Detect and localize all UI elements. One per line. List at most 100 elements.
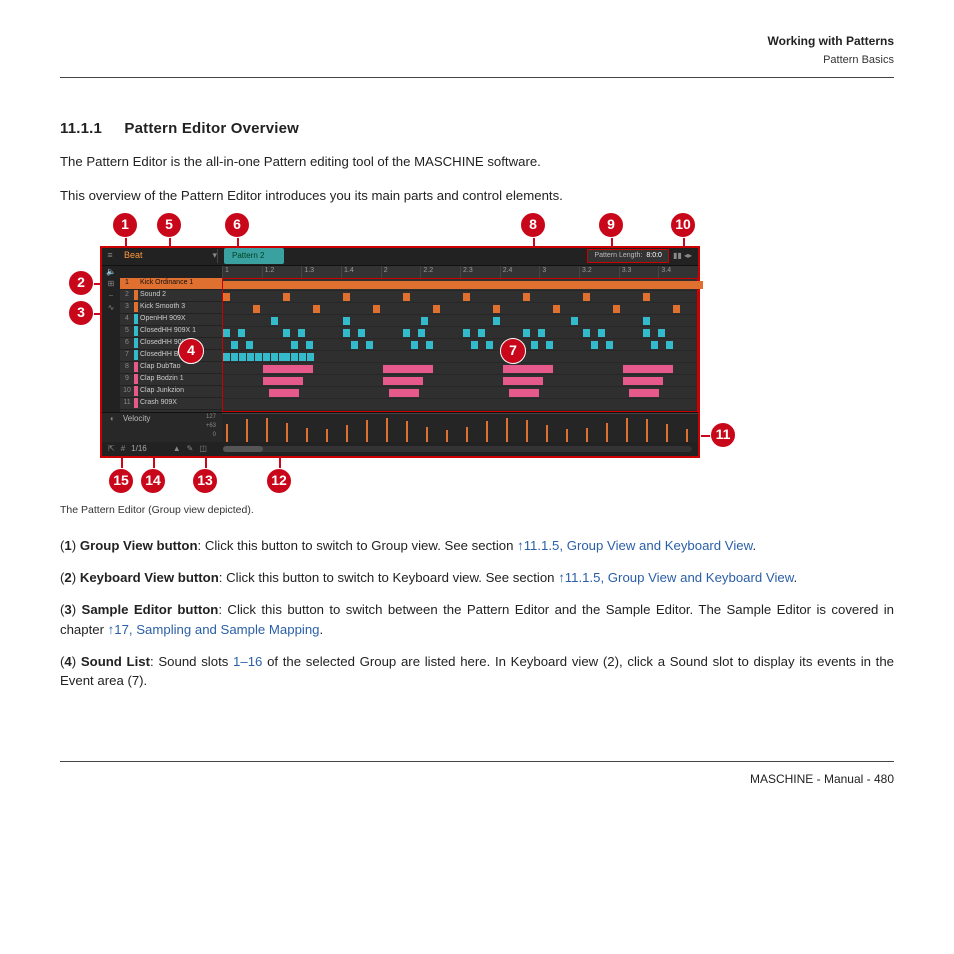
- note[interactable]: [411, 341, 418, 349]
- note[interactable]: [493, 317, 500, 325]
- expand-icon[interactable]: ⇱: [108, 443, 115, 455]
- xref-link[interactable]: ↑17, Sampling and Sample Mapping: [108, 622, 320, 637]
- note[interactable]: [343, 317, 350, 325]
- note[interactable]: [478, 329, 485, 337]
- note[interactable]: [283, 329, 290, 337]
- note[interactable]: [493, 305, 500, 313]
- note[interactable]: [583, 281, 623, 289]
- signal-icon[interactable]: ▮▮ ◂▸: [673, 250, 692, 262]
- note[interactable]: [546, 341, 553, 349]
- keyboard-view-button[interactable]: ⎯: [102, 290, 120, 302]
- pencil-tool-icon[interactable]: ✎: [187, 443, 194, 455]
- note[interactable]: [246, 341, 253, 349]
- mute-icon[interactable]: 🔈: [102, 266, 120, 278]
- note[interactable]: [291, 341, 298, 349]
- note[interactable]: [223, 293, 230, 301]
- note[interactable]: [239, 353, 246, 361]
- note[interactable]: [403, 293, 410, 301]
- note[interactable]: [383, 281, 423, 289]
- note[interactable]: [306, 341, 313, 349]
- sound-row[interactable]: 1Kick Ordinance 1: [120, 278, 222, 290]
- note[interactable]: [613, 305, 620, 313]
- note[interactable]: [253, 305, 260, 313]
- note[interactable]: [263, 365, 313, 373]
- note[interactable]: [389, 389, 419, 397]
- note[interactable]: [643, 317, 650, 325]
- pattern-selector[interactable]: Pattern 2: [224, 248, 284, 264]
- note[interactable]: [231, 341, 238, 349]
- note[interactable]: [471, 341, 478, 349]
- note[interactable]: [583, 329, 590, 337]
- xref-link[interactable]: ↑11.1.5, Group View and Keyboard View: [517, 538, 752, 553]
- xref-link[interactable]: ↑11.1.5, Group View and Keyboard View: [558, 570, 793, 585]
- note[interactable]: [463, 329, 470, 337]
- note[interactable]: [307, 353, 314, 361]
- erase-tool-icon[interactable]: ◫: [199, 443, 207, 455]
- note[interactable]: [299, 353, 306, 361]
- note[interactable]: [509, 389, 539, 397]
- note[interactable]: [503, 365, 553, 373]
- note[interactable]: [583, 293, 590, 301]
- beat-tab[interactable]: Beat ▾: [118, 249, 218, 263]
- note[interactable]: [263, 353, 270, 361]
- xref-link[interactable]: 1–16: [233, 654, 262, 669]
- grid-icon[interactable]: #: [121, 443, 125, 455]
- sound-row[interactable]: 7ClosedHH BagBap: [120, 350, 222, 362]
- note[interactable]: [643, 293, 650, 301]
- note[interactable]: [366, 341, 373, 349]
- note[interactable]: [486, 341, 493, 349]
- note[interactable]: [598, 329, 605, 337]
- sound-row[interactable]: 4OpenHH 909X: [120, 314, 222, 326]
- note[interactable]: [263, 377, 303, 385]
- sound-row[interactable]: 9Clap Bodzin 1: [120, 374, 222, 386]
- note[interactable]: [418, 329, 425, 337]
- note[interactable]: [543, 281, 583, 289]
- note[interactable]: [643, 329, 650, 337]
- note[interactable]: [383, 365, 433, 373]
- note[interactable]: [606, 341, 613, 349]
- note[interactable]: [343, 329, 350, 337]
- velocity-lane[interactable]: ◐ Velocity 127 +63 0: [102, 412, 698, 442]
- note[interactable]: [298, 329, 305, 337]
- note[interactable]: [263, 281, 303, 289]
- note[interactable]: [463, 293, 470, 301]
- sound-row[interactable]: 2Sound 2: [120, 290, 222, 302]
- note[interactable]: [373, 305, 380, 313]
- note[interactable]: [303, 281, 343, 289]
- note[interactable]: [423, 281, 463, 289]
- note[interactable]: [623, 377, 663, 385]
- note[interactable]: [383, 377, 423, 385]
- note[interactable]: [571, 317, 578, 325]
- note[interactable]: [255, 353, 262, 361]
- sound-row[interactable]: 10Clap Junkzion: [120, 386, 222, 398]
- note[interactable]: [271, 317, 278, 325]
- note[interactable]: [313, 305, 320, 313]
- pattern-length-field[interactable]: Pattern Length:8:0:0: [587, 249, 668, 264]
- note[interactable]: [358, 329, 365, 337]
- note[interactable]: [658, 329, 665, 337]
- menu-icon[interactable]: ≡: [102, 249, 118, 263]
- note[interactable]: [591, 341, 598, 349]
- note[interactable]: [247, 353, 254, 361]
- note[interactable]: [343, 293, 350, 301]
- note[interactable]: [291, 353, 298, 361]
- note[interactable]: [271, 353, 278, 361]
- note[interactable]: [503, 281, 543, 289]
- note[interactable]: [223, 281, 263, 289]
- horizontal-scrollbar[interactable]: [223, 446, 692, 452]
- note[interactable]: [223, 353, 230, 361]
- sound-row[interactable]: 5ClosedHH 909X 1: [120, 326, 222, 338]
- note[interactable]: [538, 329, 545, 337]
- note[interactable]: [623, 365, 673, 373]
- note[interactable]: [531, 341, 538, 349]
- note[interactable]: [343, 281, 383, 289]
- sound-row[interactable]: 3Kick Smooth 3: [120, 302, 222, 314]
- note[interactable]: [553, 305, 560, 313]
- automation-icon[interactable]: ◐: [110, 413, 115, 425]
- pointer-tool-icon[interactable]: ▲: [173, 443, 181, 455]
- note[interactable]: [426, 341, 433, 349]
- note[interactable]: [433, 305, 440, 313]
- note[interactable]: [523, 329, 530, 337]
- note[interactable]: [523, 293, 530, 301]
- step-value[interactable]: 1/16: [131, 443, 147, 455]
